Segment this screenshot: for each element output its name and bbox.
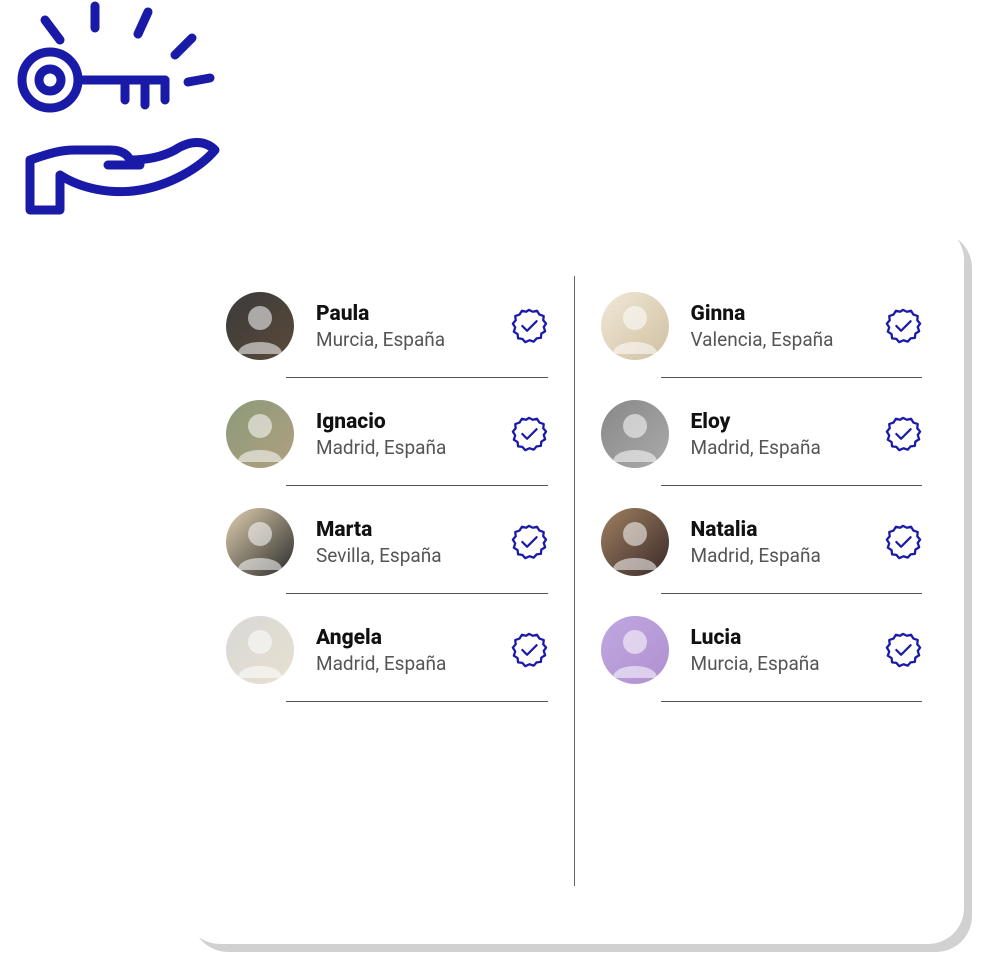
people-column-right: Ginna Valencia, España Eloy Madrid, Espa… — [575, 270, 923, 914]
person-location: Madrid, España — [691, 436, 877, 459]
person-name: Paula — [316, 302, 502, 326]
verified-badge-icon — [884, 631, 922, 669]
person-name: Natalia — [691, 518, 877, 542]
person-name: Ignacio — [316, 410, 502, 434]
verified-badge-icon — [510, 415, 548, 453]
verified-badge-icon — [884, 307, 922, 345]
people-column-left: Paula Murcia, España Ignacio Madrid, Esp… — [226, 270, 574, 914]
person-name: Angela — [316, 626, 502, 650]
person-location: Murcia, España — [316, 328, 502, 351]
avatar — [601, 400, 669, 468]
person-location: Murcia, España — [691, 652, 877, 675]
avatar — [601, 508, 669, 576]
person-row[interactable]: Lucia Murcia, España — [601, 594, 923, 702]
verified-badge-icon — [884, 415, 922, 453]
person-location: Valencia, España — [691, 328, 877, 351]
person-name: Lucia — [691, 626, 877, 650]
person-row[interactable]: Paula Murcia, España — [226, 270, 548, 378]
person-name: Eloy — [691, 410, 877, 434]
person-location: Madrid, España — [316, 652, 502, 675]
person-location: Sevilla, España — [316, 544, 502, 567]
avatar — [226, 292, 294, 360]
verified-badge-icon — [510, 631, 548, 669]
key-in-hand-icon — [0, 0, 230, 230]
person-row[interactable]: Angela Madrid, España — [226, 594, 548, 702]
avatar — [226, 400, 294, 468]
avatar — [601, 616, 669, 684]
person-row[interactable]: Eloy Madrid, España — [601, 378, 923, 486]
verified-badge-icon — [510, 307, 548, 345]
person-location: Madrid, España — [691, 544, 877, 567]
avatar — [226, 616, 294, 684]
people-card: Paula Murcia, España Ignacio Madrid, Esp… — [184, 224, 964, 944]
person-location: Madrid, España — [316, 436, 502, 459]
verified-badge-icon — [510, 523, 548, 561]
avatar — [226, 508, 294, 576]
person-name: Ginna — [691, 302, 877, 326]
person-row[interactable]: Natalia Madrid, España — [601, 486, 923, 594]
person-name: Marta — [316, 518, 502, 542]
person-row[interactable]: Ignacio Madrid, España — [226, 378, 548, 486]
avatar — [601, 292, 669, 360]
person-row[interactable]: Marta Sevilla, España — [226, 486, 548, 594]
verified-badge-icon — [884, 523, 922, 561]
person-row[interactable]: Ginna Valencia, España — [601, 270, 923, 378]
